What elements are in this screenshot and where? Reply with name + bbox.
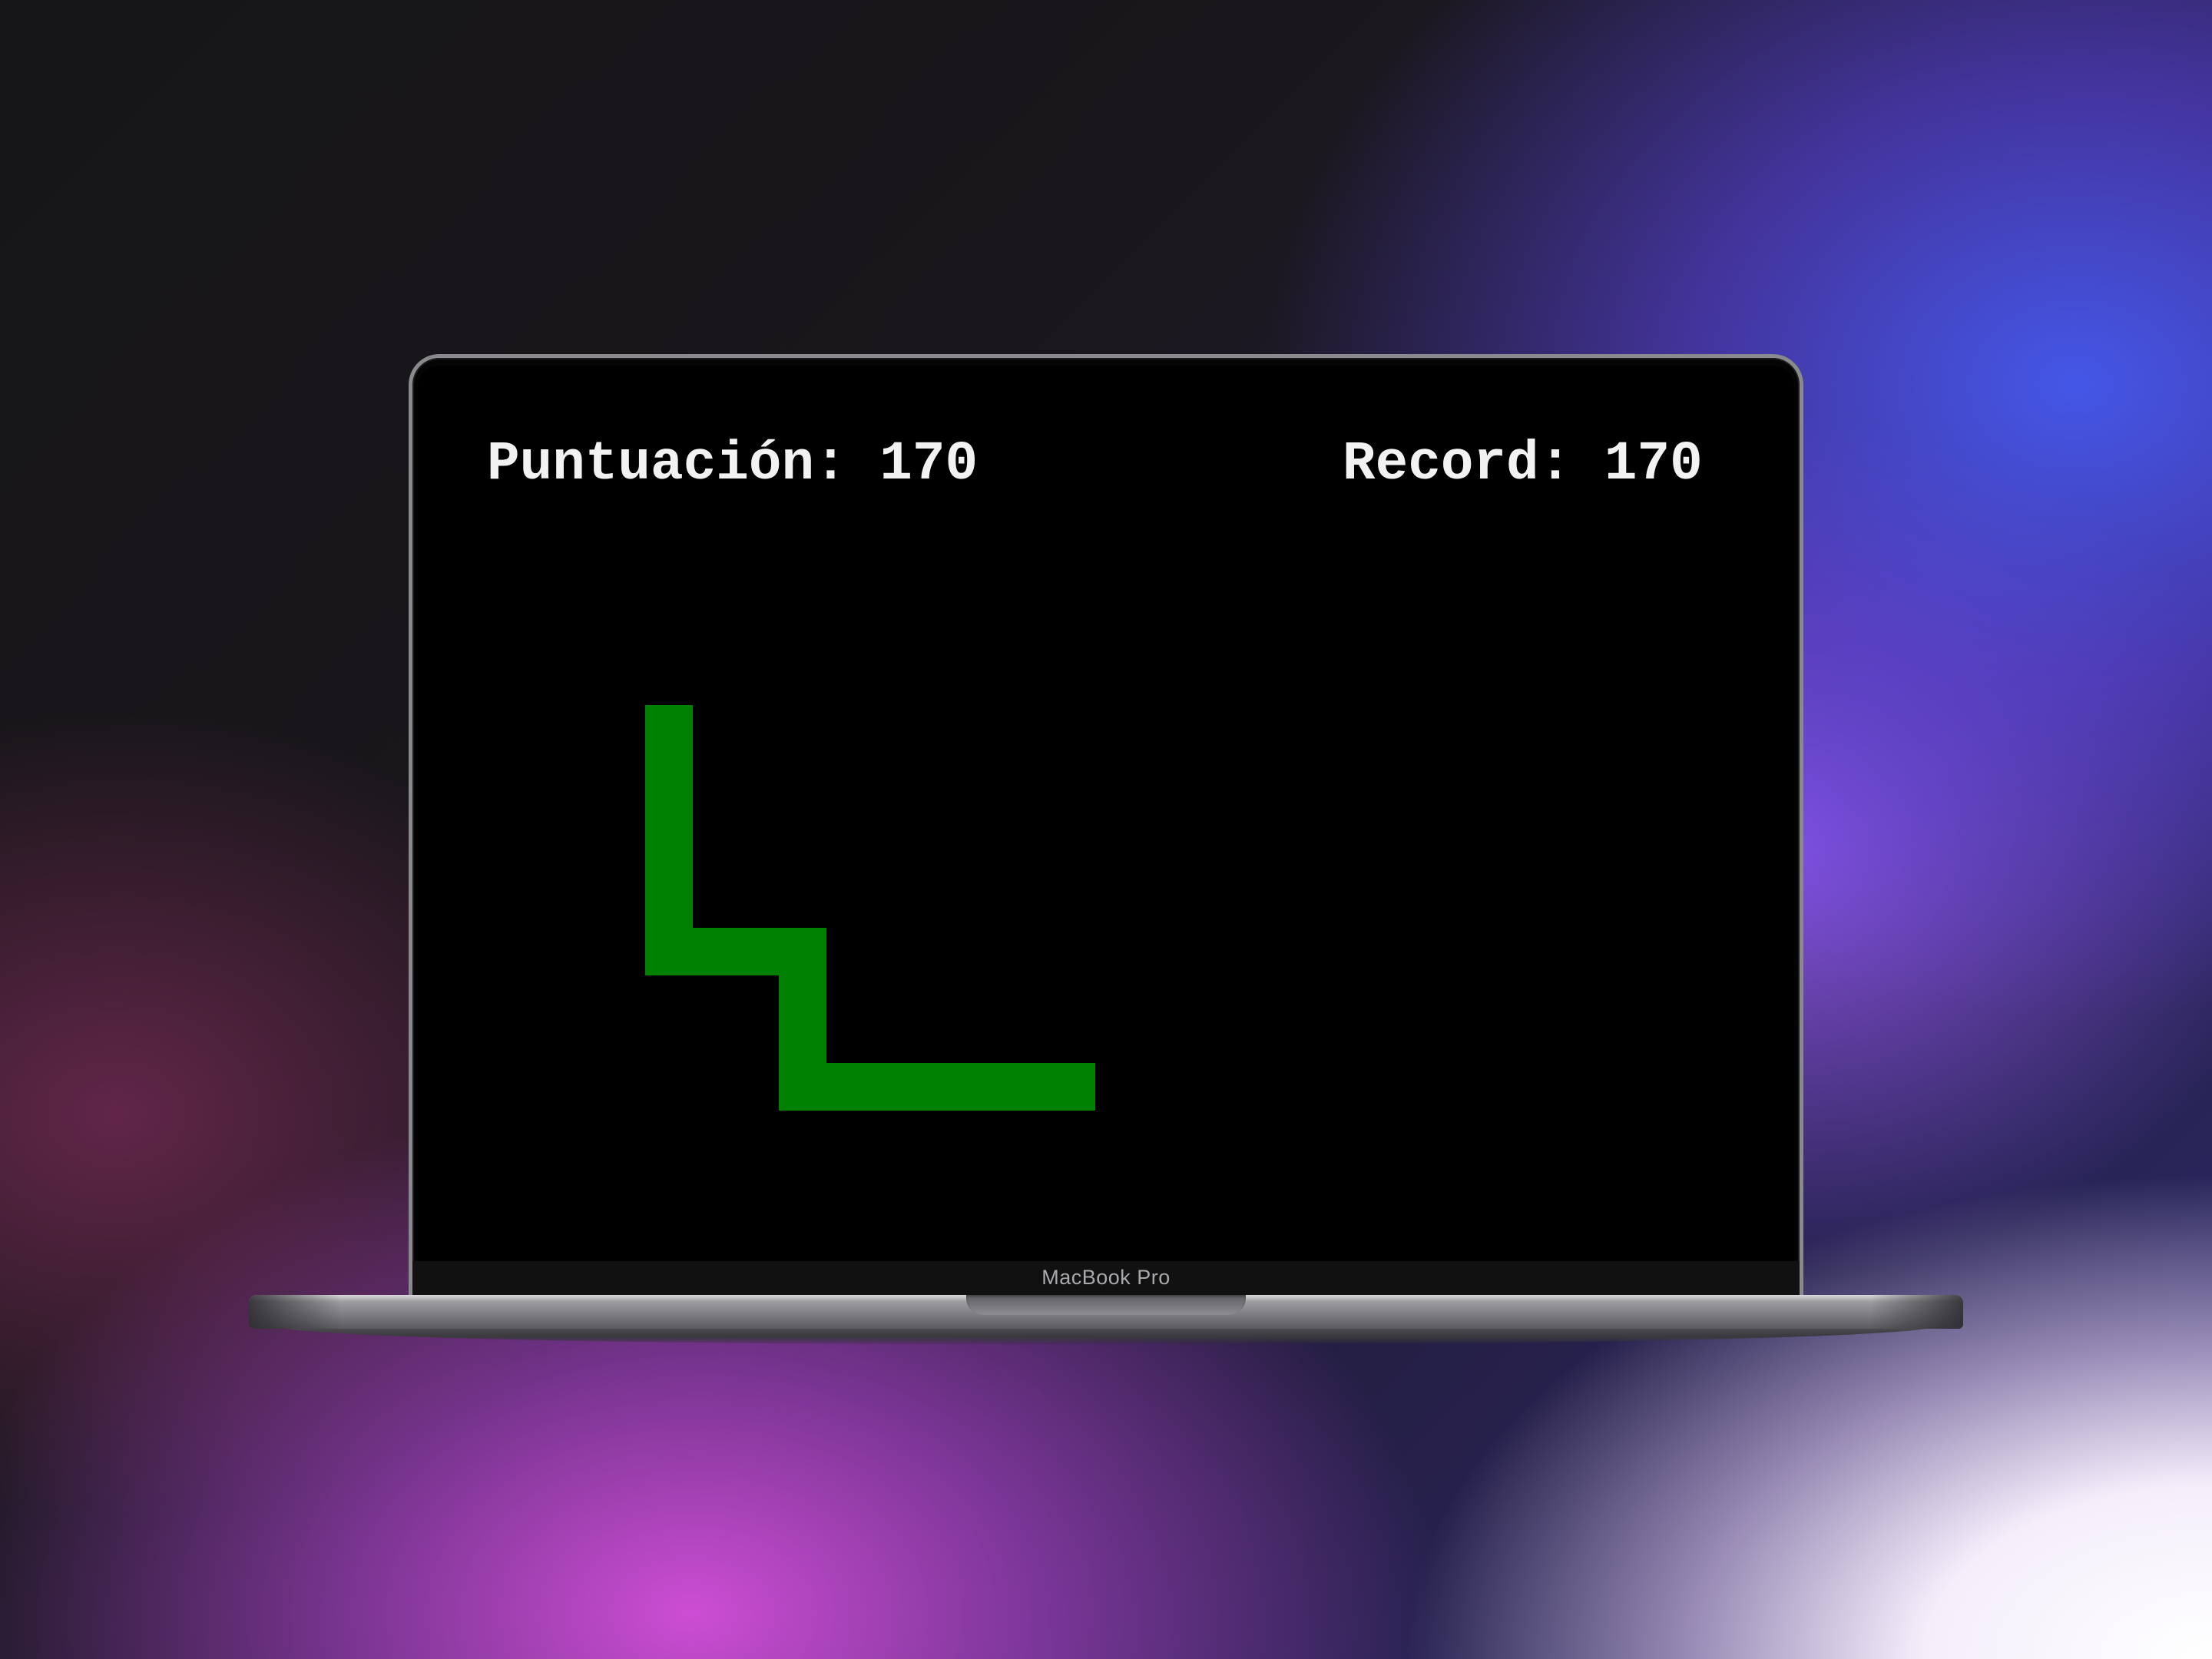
record-label: Record: 170 <box>1343 434 1703 495</box>
model-label: MacBook Pro <box>1041 1266 1171 1289</box>
game-screen[interactable] <box>418 366 1794 1261</box>
score-label: Puntuación: 170 <box>487 434 979 495</box>
snake-head-segment <box>779 1063 1095 1111</box>
base-shade-right <box>1871 1295 1963 1329</box>
laptop-mockup: Puntuación: 170 Record: 170 MacBook Pro <box>0 0 2212 1659</box>
trackpad-notch <box>966 1295 1246 1315</box>
base-shade-left <box>249 1295 341 1329</box>
